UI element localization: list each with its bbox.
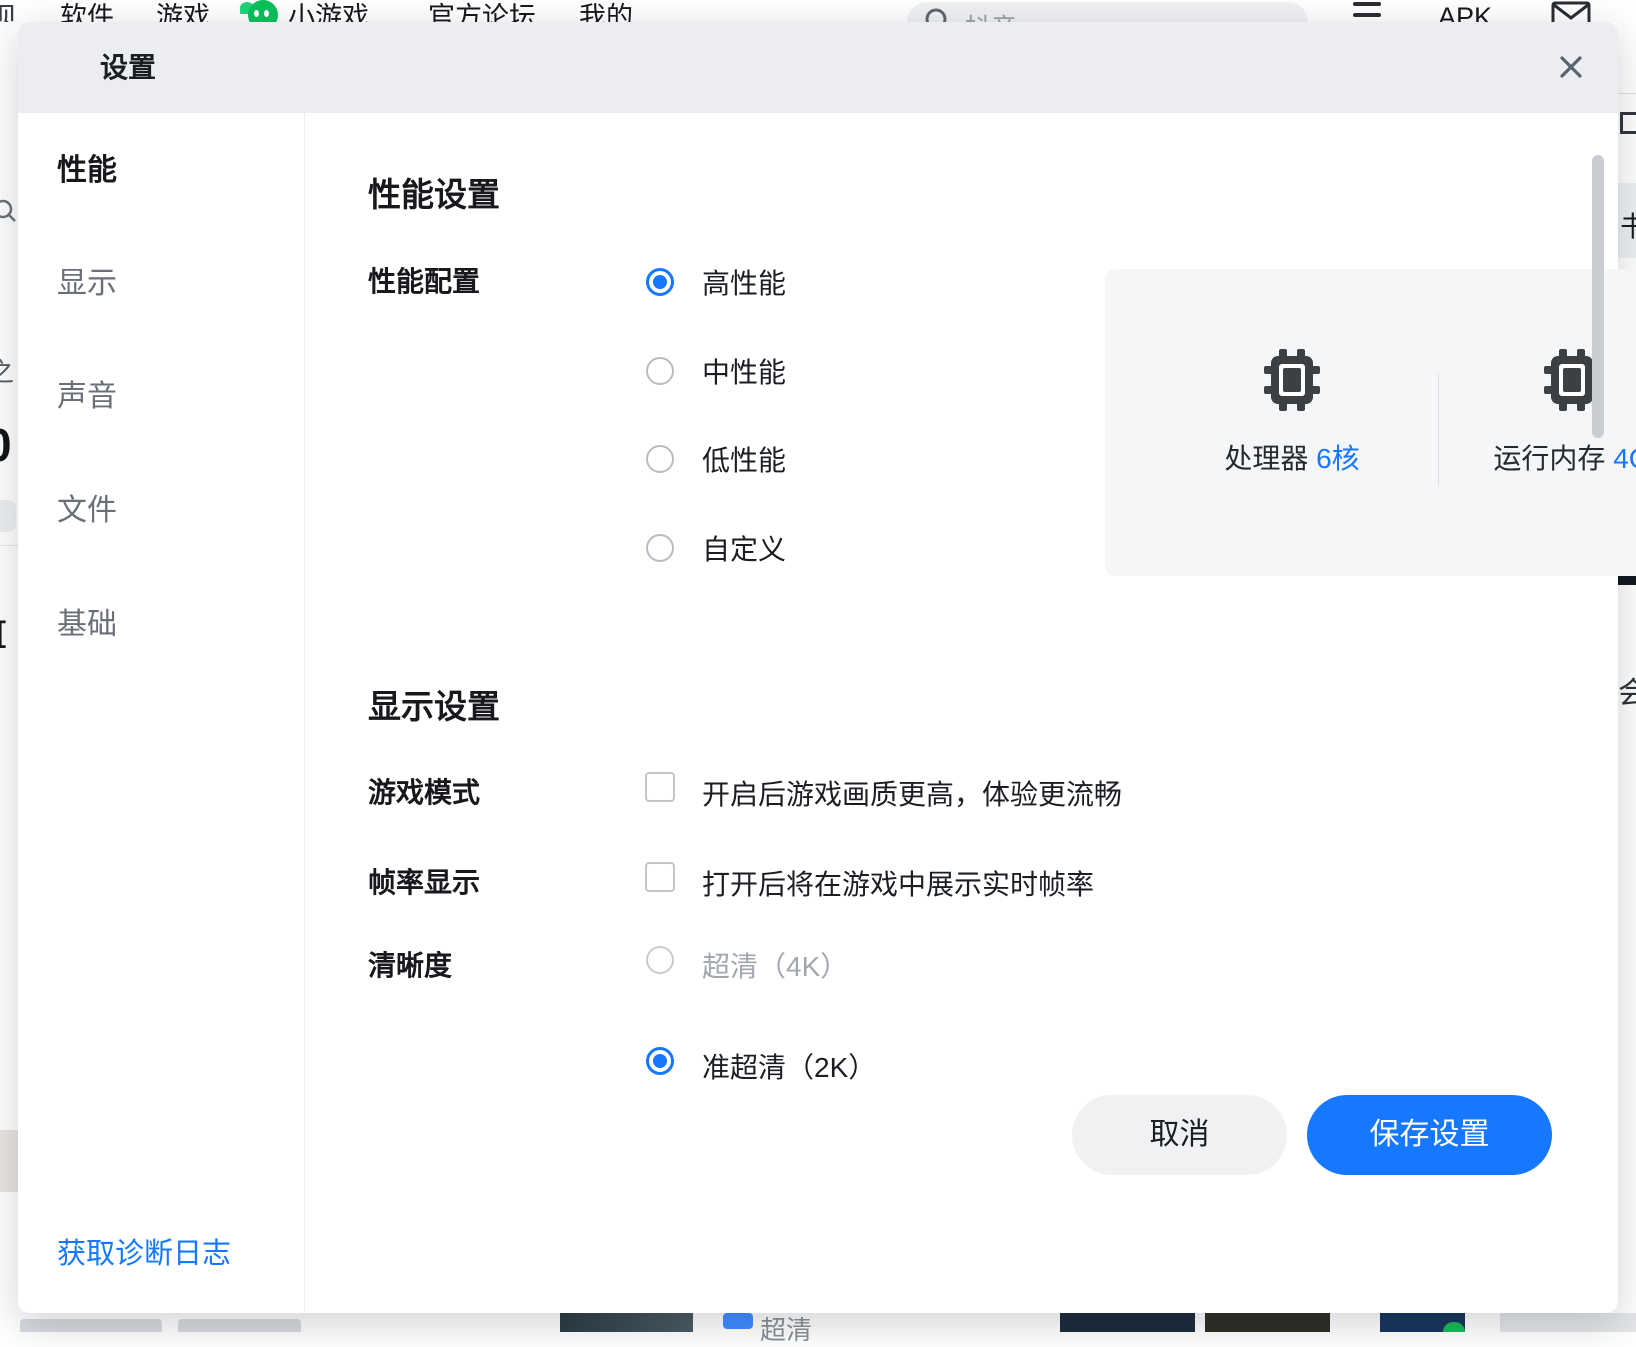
search-placeholder: 抖音	[965, 8, 1017, 22]
sidebar-item-display[interactable]: 显示	[57, 262, 117, 306]
background-pill-fragment	[0, 500, 16, 532]
background-band-fragment: 书	[1618, 183, 1636, 258]
radio-medium-performance[interactable]	[646, 357, 674, 385]
radio-qhd-2k-label[interactable]: 准超清（2K）	[702, 1046, 876, 1086]
ram-value: 4G	[1613, 443, 1636, 474]
game-mode-desc: 开启后游戏画质更高，体验更流畅	[702, 773, 1122, 813]
background-box-fragment	[1620, 112, 1636, 134]
close-icon	[1555, 51, 1587, 83]
fps-display-desc: 打开后将在游戏中展示实时帧率	[702, 863, 1094, 903]
clarity-label: 清晰度	[368, 944, 452, 984]
sidebar-item-basic[interactable]: 基础	[57, 603, 117, 647]
close-button[interactable]	[1552, 48, 1590, 86]
radio-high-performance[interactable]	[646, 268, 674, 296]
background-tag-fragment	[723, 1313, 753, 1329]
background-divider-fragment	[0, 545, 18, 546]
clipped-char-fragment: 视	[0, 0, 16, 22]
cpu-value: 6核	[1316, 443, 1360, 474]
background-photo-fragment	[1205, 1313, 1330, 1332]
dialog-title: 设置	[100, 22, 156, 113]
radio-uhd-4k-label: 超清（4K）	[702, 945, 848, 985]
background-char-fragment: [	[0, 616, 6, 650]
sidebar-item-sound[interactable]: 声音	[57, 375, 117, 419]
nav-item-mine[interactable]: 我的	[579, 0, 633, 22]
app-top-bar: 视 软件 游戏 小游戏 官方论坛 我的 抖音 APK	[0, 0, 1636, 22]
background-photo-fragment	[1060, 1313, 1195, 1332]
dialog-scrollbar-thumb[interactable]	[1592, 155, 1604, 438]
mail-icon[interactable]	[1551, 1, 1591, 22]
search-icon	[923, 6, 953, 22]
dialog-header: 设置	[18, 22, 1618, 113]
cpu-info: 处理器 6核	[1142, 269, 1442, 576]
nav-item-minigames[interactable]: 小游戏	[288, 0, 369, 22]
cancel-button[interactable]: 取消	[1072, 1095, 1287, 1175]
nav-item-software[interactable]: 软件	[60, 0, 114, 22]
background-text-fragment: 超清	[760, 1310, 812, 1347]
background-char-fragment: 书	[1620, 205, 1636, 245]
background-photo-fragment	[560, 1313, 693, 1332]
game-mode-checkbox[interactable]	[645, 772, 675, 802]
background-bar-fragment	[1500, 1313, 1636, 1332]
radio-low-performance-label[interactable]: 低性能	[702, 439, 786, 479]
hardware-info-panel: 处理器 6核 运行内存 4G	[1105, 269, 1636, 576]
ram-label: 运行内存 4G	[1422, 437, 1636, 477]
radio-high-performance-label[interactable]: 高性能	[702, 262, 786, 302]
wechat-minigame-icon	[248, 0, 278, 22]
background-char-fragment: 之	[0, 352, 14, 389]
diagnostic-log-link[interactable]: 获取诊断日志	[57, 1230, 231, 1272]
background-thumb-fragment	[178, 1319, 301, 1332]
sidebar: 性能 显示 声音 文件 基础	[18, 113, 304, 1313]
sidebar-item-files[interactable]: 文件	[57, 489, 117, 533]
cpu-label: 处理器 6核	[1142, 437, 1442, 477]
background-search-icon-fragment	[0, 198, 18, 224]
sidebar-item-performance[interactable]: 性能	[57, 149, 117, 193]
cpu-chip-icon	[1264, 349, 1320, 411]
settings-dialog: 设置 性能 显示 声音 文件 基础 获取诊断日志 性能设置 性能配置 高性能 中…	[18, 22, 1618, 1313]
fps-display-checkbox[interactable]	[645, 862, 675, 892]
display-section-heading: 显示设置	[368, 680, 500, 728]
radio-uhd-4k	[646, 946, 674, 974]
game-mode-label: 游戏模式	[368, 771, 480, 811]
radio-custom-performance-label[interactable]: 自定义	[702, 528, 786, 568]
nav-item-forum[interactable]: 官方论坛	[428, 0, 536, 22]
search-input[interactable]: 抖音	[907, 2, 1308, 22]
performance-section-heading: 性能设置	[368, 168, 500, 216]
nav-item-games[interactable]: 游戏	[156, 0, 210, 22]
apk-button[interactable]: APK	[1438, 0, 1492, 22]
save-settings-button[interactable]: 保存设置	[1307, 1095, 1552, 1175]
radio-custom-performance[interactable]	[646, 534, 674, 562]
performance-config-label: 性能配置	[368, 260, 480, 300]
background-char-fragment: 会	[1618, 668, 1636, 712]
radio-qhd-2k[interactable]	[646, 1047, 674, 1075]
background-photo-fragment	[0, 1130, 18, 1192]
fps-display-label: 帧率显示	[368, 861, 480, 901]
menu-icon[interactable]	[1353, 2, 1381, 22]
background-line-fragment	[1618, 93, 1636, 94]
background-thumb-fragment	[20, 1319, 162, 1332]
radio-medium-performance-label[interactable]: 中性能	[702, 351, 786, 391]
radio-low-performance[interactable]	[646, 445, 674, 473]
background-headline-fragment: 0	[0, 418, 12, 472]
